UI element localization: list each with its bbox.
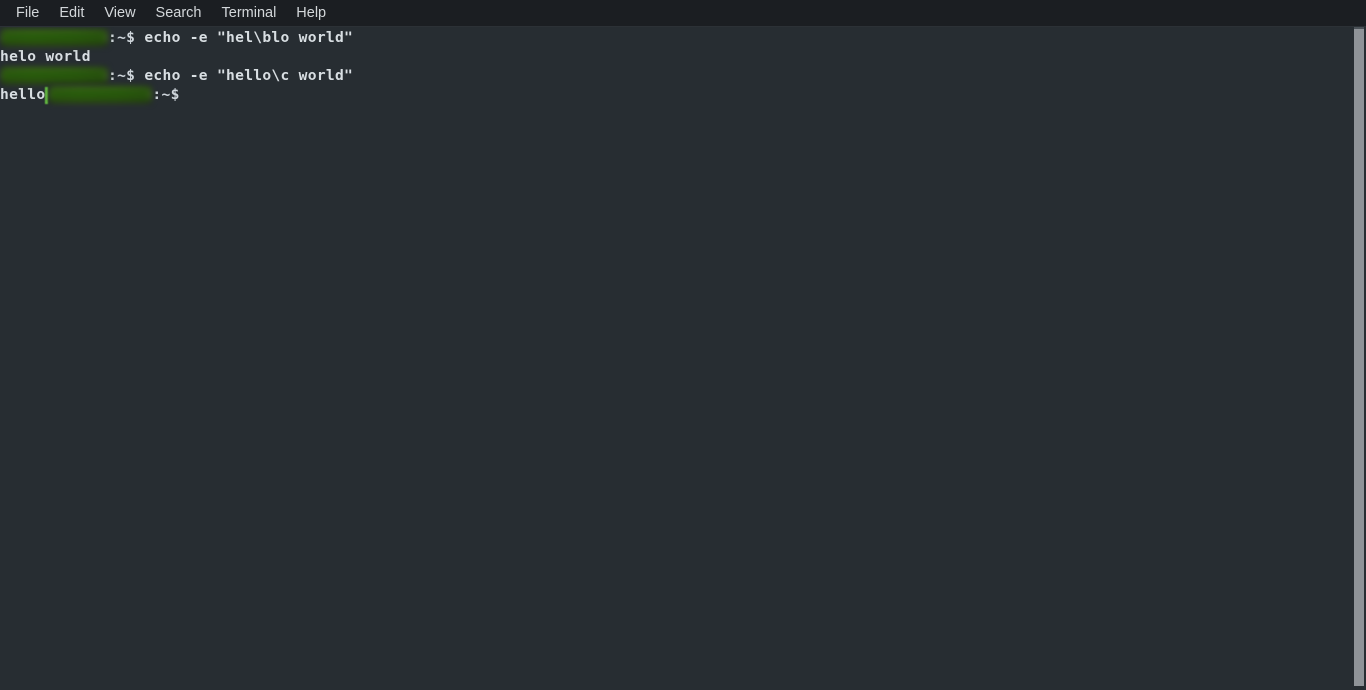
command-text: echo -e "hel\blo world" bbox=[144, 29, 354, 46]
output-text: helo world bbox=[0, 48, 91, 65]
command-text: echo -e "hello\c world" bbox=[144, 67, 354, 84]
prompt-separator: :~$ bbox=[108, 29, 145, 46]
vertical-scrollbar[interactable] bbox=[1352, 27, 1366, 690]
terminal-line: helo world bbox=[0, 47, 1352, 66]
terminal-window: File Edit View Search Terminal Help :~$ … bbox=[0, 0, 1366, 690]
menu-help[interactable]: Help bbox=[286, 2, 336, 25]
redacted-user-host bbox=[0, 66, 108, 85]
redacted-user-host bbox=[0, 28, 108, 47]
terminal-line: hello :~$ bbox=[0, 85, 1352, 104]
prompt-separator: :~$ bbox=[152, 86, 180, 103]
menu-bar: File Edit View Search Terminal Help bbox=[0, 0, 1366, 27]
terminal-line: :~$ echo -e "hel\blo world" bbox=[0, 28, 1352, 47]
terminal-screen[interactable]: :~$ echo -e "hel\blo world" helo world :… bbox=[0, 27, 1352, 690]
terminal-line: :~$ echo -e "hello\c world" bbox=[0, 66, 1352, 85]
redacted-user-host bbox=[48, 85, 153, 104]
terminal-body[interactable]: :~$ echo -e "hel\blo world" helo world :… bbox=[0, 27, 1366, 690]
prompt-separator: :~$ bbox=[108, 67, 145, 84]
output-text: hello bbox=[0, 86, 46, 103]
menu-search[interactable]: Search bbox=[146, 2, 212, 25]
menu-view[interactable]: View bbox=[94, 2, 145, 25]
menu-file[interactable]: File bbox=[6, 2, 49, 25]
menu-terminal[interactable]: Terminal bbox=[212, 2, 287, 25]
menu-edit[interactable]: Edit bbox=[49, 2, 94, 25]
scrollbar-thumb[interactable] bbox=[1354, 29, 1364, 686]
